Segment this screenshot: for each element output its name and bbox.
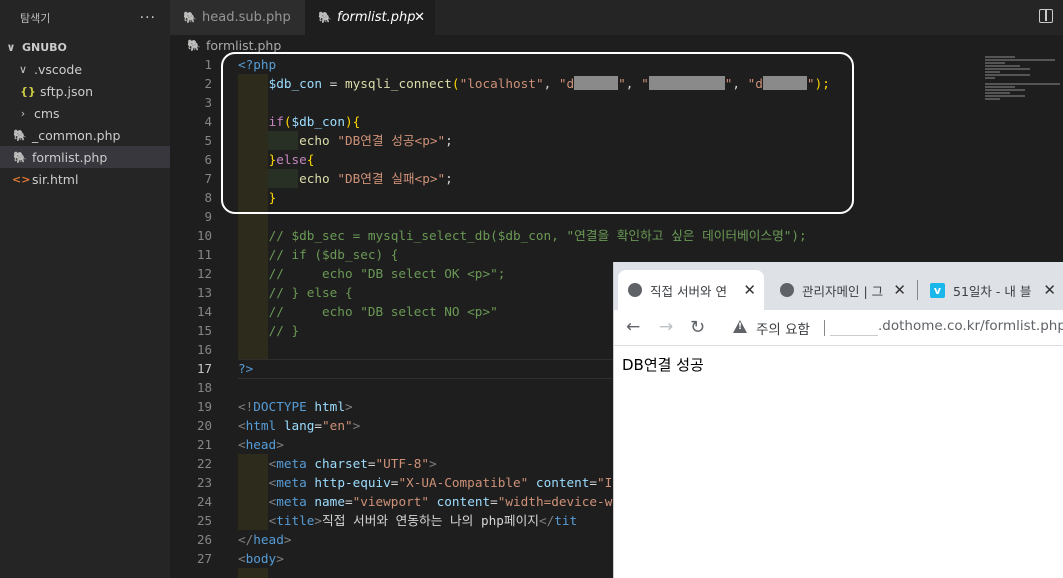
line-number: 7 bbox=[204, 171, 212, 186]
highlight-callout-box bbox=[221, 52, 854, 214]
close-tab-icon[interactable]: ✕ bbox=[1043, 281, 1056, 299]
line-number: 24 bbox=[196, 494, 212, 509]
tree-item-common-php[interactable]: 🐘 _common.php bbox=[0, 124, 170, 146]
address-bar[interactable]: .dothome.co.kr/formlist.php bbox=[878, 318, 1063, 334]
browser-tab-blog[interactable]: v 51일차 - 내 블 ✕ bbox=[920, 270, 1063, 310]
breadcrumb-file: formlist.php bbox=[206, 37, 282, 53]
browser-tab-label: 관리자메인 | 그 bbox=[802, 283, 884, 299]
line-number: 4 bbox=[204, 114, 212, 129]
line-number: 12 bbox=[196, 266, 212, 281]
line-number bbox=[170, 568, 222, 578]
line-number: 11 bbox=[196, 247, 212, 262]
tree-item-sir-html[interactable]: <> sir.html bbox=[0, 168, 170, 190]
line-number: 6 bbox=[204, 152, 212, 167]
line-number-gutter: 1 2 3 4 5 6 7 8 9 10 11 12 13 14 15 16 17 18 19 20 21 22 23 24 2… bbox=[170, 55, 222, 578]
line-number: 18 bbox=[196, 380, 212, 395]
globe-icon bbox=[628, 283, 642, 297]
line-number: 9 bbox=[204, 209, 212, 224]
tree-root-gnubo[interactable]: ∨ GNUBO bbox=[0, 36, 170, 58]
warning-icon[interactable] bbox=[733, 320, 747, 333]
php-file-icon: 🐘 bbox=[13, 128, 27, 142]
split-editor-icon[interactable] bbox=[1039, 9, 1053, 23]
tab-separator bbox=[917, 280, 918, 300]
browser-window: 직접 서버와 연 ✕ 관리자메인 | 그 ✕ v 51일차 - 내 블 ✕ ← … bbox=[613, 262, 1063, 578]
code-line: // $db_sec = mysqli_select_db($db_con, "… bbox=[238, 226, 1063, 245]
explorer-header: 탐색기 ··· bbox=[0, 0, 170, 36]
redacted-text bbox=[830, 321, 878, 336]
tree-item-cms[interactable]: › cms bbox=[0, 102, 170, 124]
json-file-icon: {} bbox=[20, 84, 36, 98]
browser-toolbar: ← → ↻ 주의 요함 .dothome.co.kr/formlist.php bbox=[614, 310, 1063, 346]
tree-item-sftp-json[interactable]: {} sftp.json bbox=[0, 80, 170, 102]
explorer-sidebar: 탐색기 ··· ∨ GNUBO ∨ .vscode {} sftp.json ›… bbox=[0, 0, 170, 578]
line-number: 23 bbox=[196, 475, 212, 490]
browser-tab-strip: 직접 서버와 연 ✕ 관리자메인 | 그 ✕ v 51일차 - 내 블 ✕ bbox=[614, 262, 1063, 310]
line-number: 8 bbox=[204, 190, 212, 205]
back-arrow-icon[interactable]: ← bbox=[626, 317, 640, 337]
url-divider bbox=[824, 320, 825, 336]
tree-root-label: GNUBO bbox=[22, 40, 67, 54]
line-number: 10 bbox=[196, 228, 212, 243]
line-number: 19 bbox=[196, 399, 212, 414]
php-file-icon: 🐘 bbox=[13, 150, 27, 164]
tab-head-sub-php[interactable]: 🐘 head.sub.php bbox=[170, 0, 305, 35]
line-number: 2 bbox=[204, 76, 212, 91]
line-number: 14 bbox=[196, 304, 212, 319]
line-number: 3 bbox=[204, 95, 212, 110]
tab-label: head.sub.php bbox=[202, 10, 291, 25]
close-tab-icon[interactable]: ✕ bbox=[893, 281, 906, 299]
line-number: 15 bbox=[196, 323, 212, 338]
close-tab-icon[interactable]: ✕ bbox=[743, 281, 756, 299]
line-number: 5 bbox=[204, 133, 212, 148]
globe-icon bbox=[780, 283, 794, 297]
tree-item-label: .vscode bbox=[34, 61, 83, 77]
close-icon[interactable]: ✕ bbox=[414, 10, 425, 25]
line-number: 25 bbox=[196, 513, 212, 528]
reload-icon[interactable]: ↻ bbox=[690, 317, 705, 338]
html-file-icon: <> bbox=[12, 172, 31, 186]
browser-tab-active[interactable]: 직접 서버와 연 ✕ bbox=[618, 270, 764, 310]
chevron-right-icon: › bbox=[20, 106, 26, 120]
tree-item-label: cms bbox=[34, 105, 60, 121]
page-output-text: DB연결 성공 bbox=[622, 356, 704, 374]
line-number: 22 bbox=[196, 456, 212, 471]
tab-formlist-php[interactable]: 🐘 formlist.php ✕ bbox=[305, 0, 435, 35]
more-actions-icon[interactable]: ··· bbox=[140, 10, 156, 26]
tree-item-label: sir.html bbox=[32, 171, 79, 187]
tab-label: formlist.php bbox=[337, 10, 416, 25]
explorer-title: 탐색기 bbox=[20, 12, 51, 25]
tree-item-vscode[interactable]: ∨ .vscode bbox=[0, 58, 170, 80]
php-file-icon: 🐘 bbox=[318, 11, 332, 24]
browser-tab-label: 직접 서버와 연 bbox=[650, 283, 727, 299]
chevron-down-icon: ∨ bbox=[18, 62, 28, 76]
chevron-down-icon: ∨ bbox=[6, 40, 16, 54]
forward-arrow-icon[interactable]: → bbox=[659, 317, 673, 337]
page-content: DB연결 성공 bbox=[614, 346, 1063, 383]
line-number: 21 bbox=[196, 437, 212, 452]
line-number: 27 bbox=[196, 551, 212, 566]
tree-item-label: formlist.php bbox=[32, 149, 108, 165]
browser-tab-admin[interactable]: 관리자메인 | 그 ✕ bbox=[770, 270, 914, 310]
line-number: 26 bbox=[196, 532, 212, 547]
line-number: 20 bbox=[196, 418, 212, 433]
tree-item-label: _common.php bbox=[32, 127, 121, 143]
php-file-icon: 🐘 bbox=[187, 38, 201, 52]
velog-icon: v bbox=[930, 282, 945, 298]
php-file-icon: 🐘 bbox=[183, 11, 197, 24]
minimap[interactable] bbox=[985, 55, 1063, 125]
editor-tab-bar: 🐘 head.sub.php 🐘 formlist.php ✕ bbox=[170, 0, 1063, 35]
line-number: 16 bbox=[196, 342, 212, 357]
line-number: 13 bbox=[196, 285, 212, 300]
tree-item-label: sftp.json bbox=[40, 83, 94, 99]
browser-tab-label: 51일차 - 내 블 bbox=[953, 283, 1032, 299]
line-number: 1 bbox=[204, 57, 212, 72]
security-warning-label[interactable]: 주의 요함 bbox=[756, 318, 810, 338]
tree-item-formlist-php[interactable]: 🐘 formlist.php bbox=[0, 146, 170, 168]
line-number: 17 bbox=[196, 361, 212, 376]
